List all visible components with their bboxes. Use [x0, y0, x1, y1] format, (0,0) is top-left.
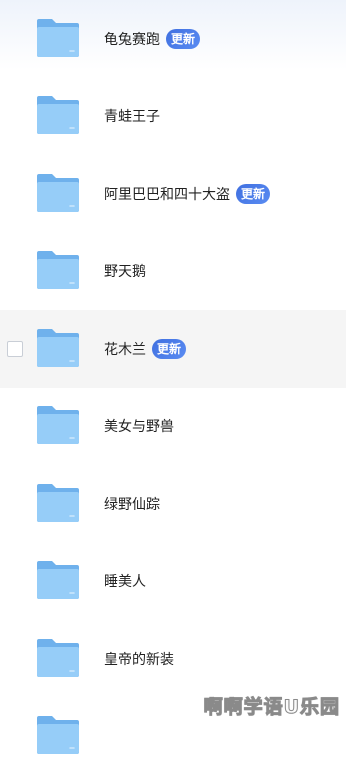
- update-badge: 更新: [166, 29, 200, 49]
- folder-row[interactable]: 皇帝的新装: [0, 620, 346, 698]
- folder-icon: [35, 17, 81, 59]
- update-badge: 更新: [152, 339, 186, 359]
- folder-name[interactable]: 美女与野兽: [104, 416, 174, 436]
- folder-name[interactable]: 绿野仙踪: [104, 494, 160, 514]
- folder-label: 绿野仙踪: [104, 465, 160, 543]
- update-badge: 更新: [236, 184, 270, 204]
- folder-row[interactable]: 绿野仙踪: [0, 465, 346, 543]
- folder-icon: [35, 714, 81, 756]
- folder-name[interactable]: 睡美人: [104, 571, 146, 591]
- folder-label: 美女与野兽: [104, 388, 174, 466]
- folder-row[interactable]: 龟兔赛跑 更新: [0, 0, 346, 78]
- folder-icon: [35, 404, 81, 446]
- watermark-text: 啊啊学语U乐园: [204, 692, 340, 719]
- folder-icon: [35, 94, 81, 136]
- folder-icon: [35, 172, 81, 214]
- folder-label: 皇帝的新装: [104, 620, 174, 698]
- folder-row[interactable]: 阿里巴巴和四十大盗 更新: [0, 155, 346, 233]
- folder-name[interactable]: 野天鹅: [104, 261, 146, 281]
- folder-label: 野天鹅: [104, 233, 146, 311]
- folder-name[interactable]: 皇帝的新装: [104, 649, 174, 669]
- folder-icon: [35, 327, 81, 369]
- folder-label: 青蛙王子: [104, 78, 160, 156]
- folder-row-hovered[interactable]: 花木兰 更新: [0, 310, 346, 388]
- folder-name[interactable]: 阿里巴巴和四十大盗: [104, 184, 230, 204]
- folder-icon: [35, 249, 81, 291]
- folder-label: 龟兔赛跑 更新: [104, 0, 200, 78]
- folder-list: 龟兔赛跑 更新 青蛙王子 阿里巴巴和四十大盗 更新 野天鹅 花木兰 更新: [0, 0, 346, 775]
- folder-row[interactable]: 野天鹅: [0, 233, 346, 311]
- folder-icon: [35, 637, 81, 679]
- folder-row[interactable]: 青蛙王子: [0, 78, 346, 156]
- folder-row[interactable]: 美女与野兽: [0, 388, 346, 466]
- folder-name[interactable]: 青蛙王子: [104, 106, 160, 126]
- folder-icon: [35, 482, 81, 524]
- folder-icon: [35, 559, 81, 601]
- folder-row[interactable]: 睡美人: [0, 543, 346, 621]
- folder-label: 花木兰 更新: [104, 310, 186, 388]
- folder-label: 睡美人: [104, 543, 146, 621]
- folder-name[interactable]: 龟兔赛跑: [104, 29, 160, 49]
- select-checkbox[interactable]: [7, 341, 23, 357]
- folder-name[interactable]: 花木兰: [104, 339, 146, 359]
- folder-label: 阿里巴巴和四十大盗 更新: [104, 155, 270, 233]
